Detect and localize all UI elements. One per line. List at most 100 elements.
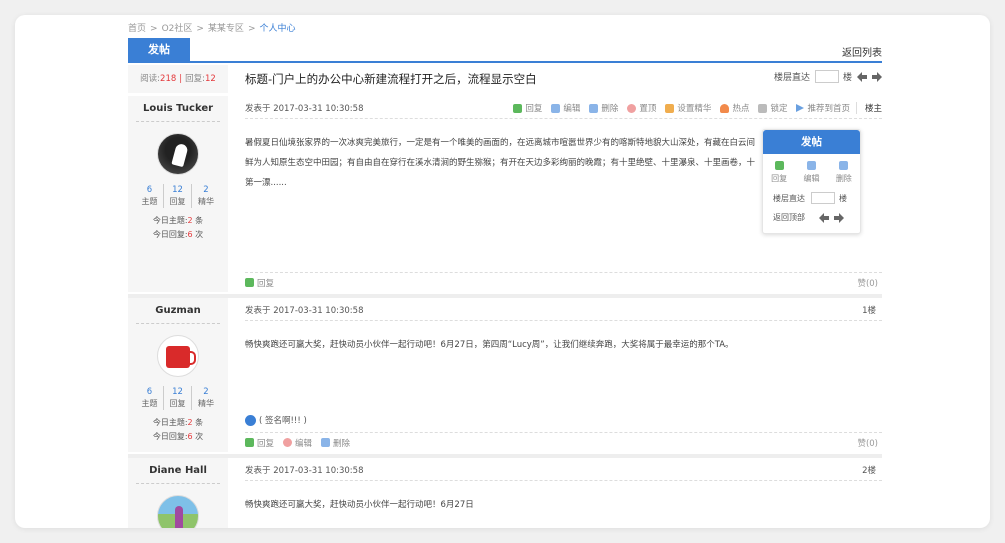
back-to-list-link[interactable]: 返回列表 [842,44,882,59]
topics-count[interactable]: 6 [136,386,163,398]
page-card: 首页 > O2社区 > 某某专区 > 个人中心 发帖 返回列表 阅读:218 | 回复:12 标… [15,15,990,528]
today-replies-count: 6 [187,230,193,239]
pin-button[interactable]: 置顶 [627,102,656,114]
prev-arrow-icon[interactable] [819,212,829,223]
edit-label: 编辑 [563,104,581,114]
post-divider [245,118,882,119]
today-stats: 今日主题:2 条 今日回复:6 次 [128,214,228,242]
float-jump-input[interactable] [811,192,835,204]
lock-button[interactable]: 锁定 [758,102,787,114]
breadcrumb-home[interactable]: 首页 [128,24,146,34]
float-jump-suffix: 楼 [839,193,847,203]
reply-icon [245,278,254,287]
post-content-line: 第一漂...... [245,178,287,188]
post-body: 发表于 2017-03-31 10:30:58 1楼 畅快爽跑还可赢大奖，赶快动… [245,298,882,452]
thread-title: 标题-门户上的办公中心新建流程打开之后，流程显示空白 [245,72,537,86]
thread-stats: 阅读:218 | 回复:12 [128,65,228,93]
floor-jump-suffix: 楼 [842,73,852,83]
author-panel: Guzman 6 主题 12 回复 2 精华 今日主题:2 条 今日回复:6 次 [128,298,228,452]
essence-count[interactable]: 2 [192,386,220,398]
trash-icon [839,161,849,170]
reply-button[interactable]: 回复 [513,102,542,114]
post-content: 畅快爽跑还可赢大奖，赶快动员小伙伴一起行动吧！6月27日，第四周“Lucy周”，… [245,340,734,350]
recommend-label: 推荐到首页 [807,104,850,114]
essence-count[interactable]: 2 [192,184,220,196]
signature-text: ( 签名啊!!! ) [259,416,307,426]
recommend-button[interactable]: 推荐到首页 [796,102,850,114]
floor-jump: 楼层直达 楼 [774,70,882,83]
today-topics-unit: 条 [195,418,204,427]
hot-button[interactable]: 热点 [720,102,749,114]
post-footer: 回复 赞(0) [245,272,882,292]
author-name[interactable]: Louis Tucker [136,96,220,122]
post-content-line: 暑假夏日仙境张家界的一次冰爽完美旅行，一定是有一个唯美的画面的，在远离城市喧嚣世… [245,138,756,148]
replies-count[interactable]: 12 [164,386,191,398]
floor-jump-input[interactable] [814,70,839,83]
floor-label: 2楼 [862,466,876,476]
post-meta: 发表于 2017-03-31 10:30:58 [245,466,364,476]
post-footer: 回复 编辑 删除 赞(0) [245,432,882,452]
today-replies-unit: 次 [195,432,204,441]
edit-button[interactable]: 编辑 [283,437,312,449]
float-reply-label: 回复 [771,174,788,183]
set-essence-label: 设置精华 [677,104,712,114]
reply-button[interactable]: 回复 [245,277,274,289]
breadcrumb-community[interactable]: O2社区 [162,24,193,34]
author-name[interactable]: Diane Hall [136,458,220,484]
breadcrumb-zone[interactable]: 某某专区 [208,24,244,34]
today-replies-label: 今日回复: [152,432,188,441]
prev-arrow-icon[interactable] [857,71,867,82]
essence-icon [665,103,675,113]
topics-count[interactable]: 6 [136,184,163,196]
breadcrumb-current[interactable]: 个人中心 [259,24,295,34]
avatar[interactable] [157,133,199,175]
float-delete-button[interactable]: 删除 [829,161,859,184]
replies-label: 回复 [169,197,186,206]
floor-label: 1楼 [862,306,876,316]
avatar[interactable] [157,495,199,528]
today-stats: 今日主题:2 条 今日回复:6 次 [128,416,228,444]
next-arrow-icon[interactable] [834,212,844,223]
author-stats: 6 主题 12 回复 2 精华 [128,386,228,410]
trash-icon [321,438,331,447]
float-post-button[interactable]: 发帖 [763,130,860,154]
replies-count[interactable]: 12 [164,184,191,196]
today-topics-label: 今日主题: [152,216,188,225]
lock-label: 锁定 [770,104,788,114]
delete-button[interactable]: 删除 [589,102,618,114]
trash-icon [589,103,599,113]
floating-panel: 发帖 回复 编辑 删除 楼层直达 楼 返回顶部 [762,129,861,234]
delete-button[interactable]: 删除 [321,437,350,449]
pin-icon [627,103,637,113]
like-button[interactable]: 赞(0) [857,437,878,449]
lock-icon [758,103,768,113]
avatar[interactable] [157,335,199,377]
replies-label: 回复: [185,74,206,84]
like-button[interactable]: 赞(0) [857,277,878,289]
edit-label: 编辑 [295,438,313,449]
float-reply-button[interactable]: 回复 [764,161,794,184]
breadcrumb-separator: > [150,24,158,34]
edit-button[interactable]: 编辑 [551,102,580,114]
author-name[interactable]: Guzman [136,298,220,324]
today-topics-label: 今日主题: [152,418,188,427]
signature-icon [245,414,256,426]
breadcrumb-separator: > [196,24,204,34]
post-divider [245,320,882,321]
replies-label: 回复 [169,399,186,408]
next-arrow-icon[interactable] [872,71,882,82]
new-post-button[interactable]: 发帖 [128,38,190,62]
forum-content: 首页 > O2社区 > 某某专区 > 个人中心 发帖 返回列表 阅读:218 | 回复:12 标… [128,15,882,528]
set-essence-button[interactable]: 设置精华 [665,102,711,114]
reply-button[interactable]: 回复 [245,437,274,449]
today-replies-label: 今日回复: [152,230,188,239]
post-reply-1: Guzman 6 主题 12 回复 2 精华 今日主题:2 条 今日回复:6 次 发表… [128,298,882,452]
float-edit-label: 编辑 [803,174,820,183]
back-to-top-label[interactable]: 返回顶部 [773,212,805,223]
replies-count: 12 [205,74,216,84]
author-stats: 6 主题 12 回复 2 精华 [128,184,228,208]
float-edit-button[interactable]: 编辑 [796,161,826,184]
essence-label: 精华 [198,197,214,206]
reply-icon [245,438,254,447]
post-reply-2: Diane Hall 发表于 2017-03-31 10:30:58 2楼 畅快… [128,458,882,528]
